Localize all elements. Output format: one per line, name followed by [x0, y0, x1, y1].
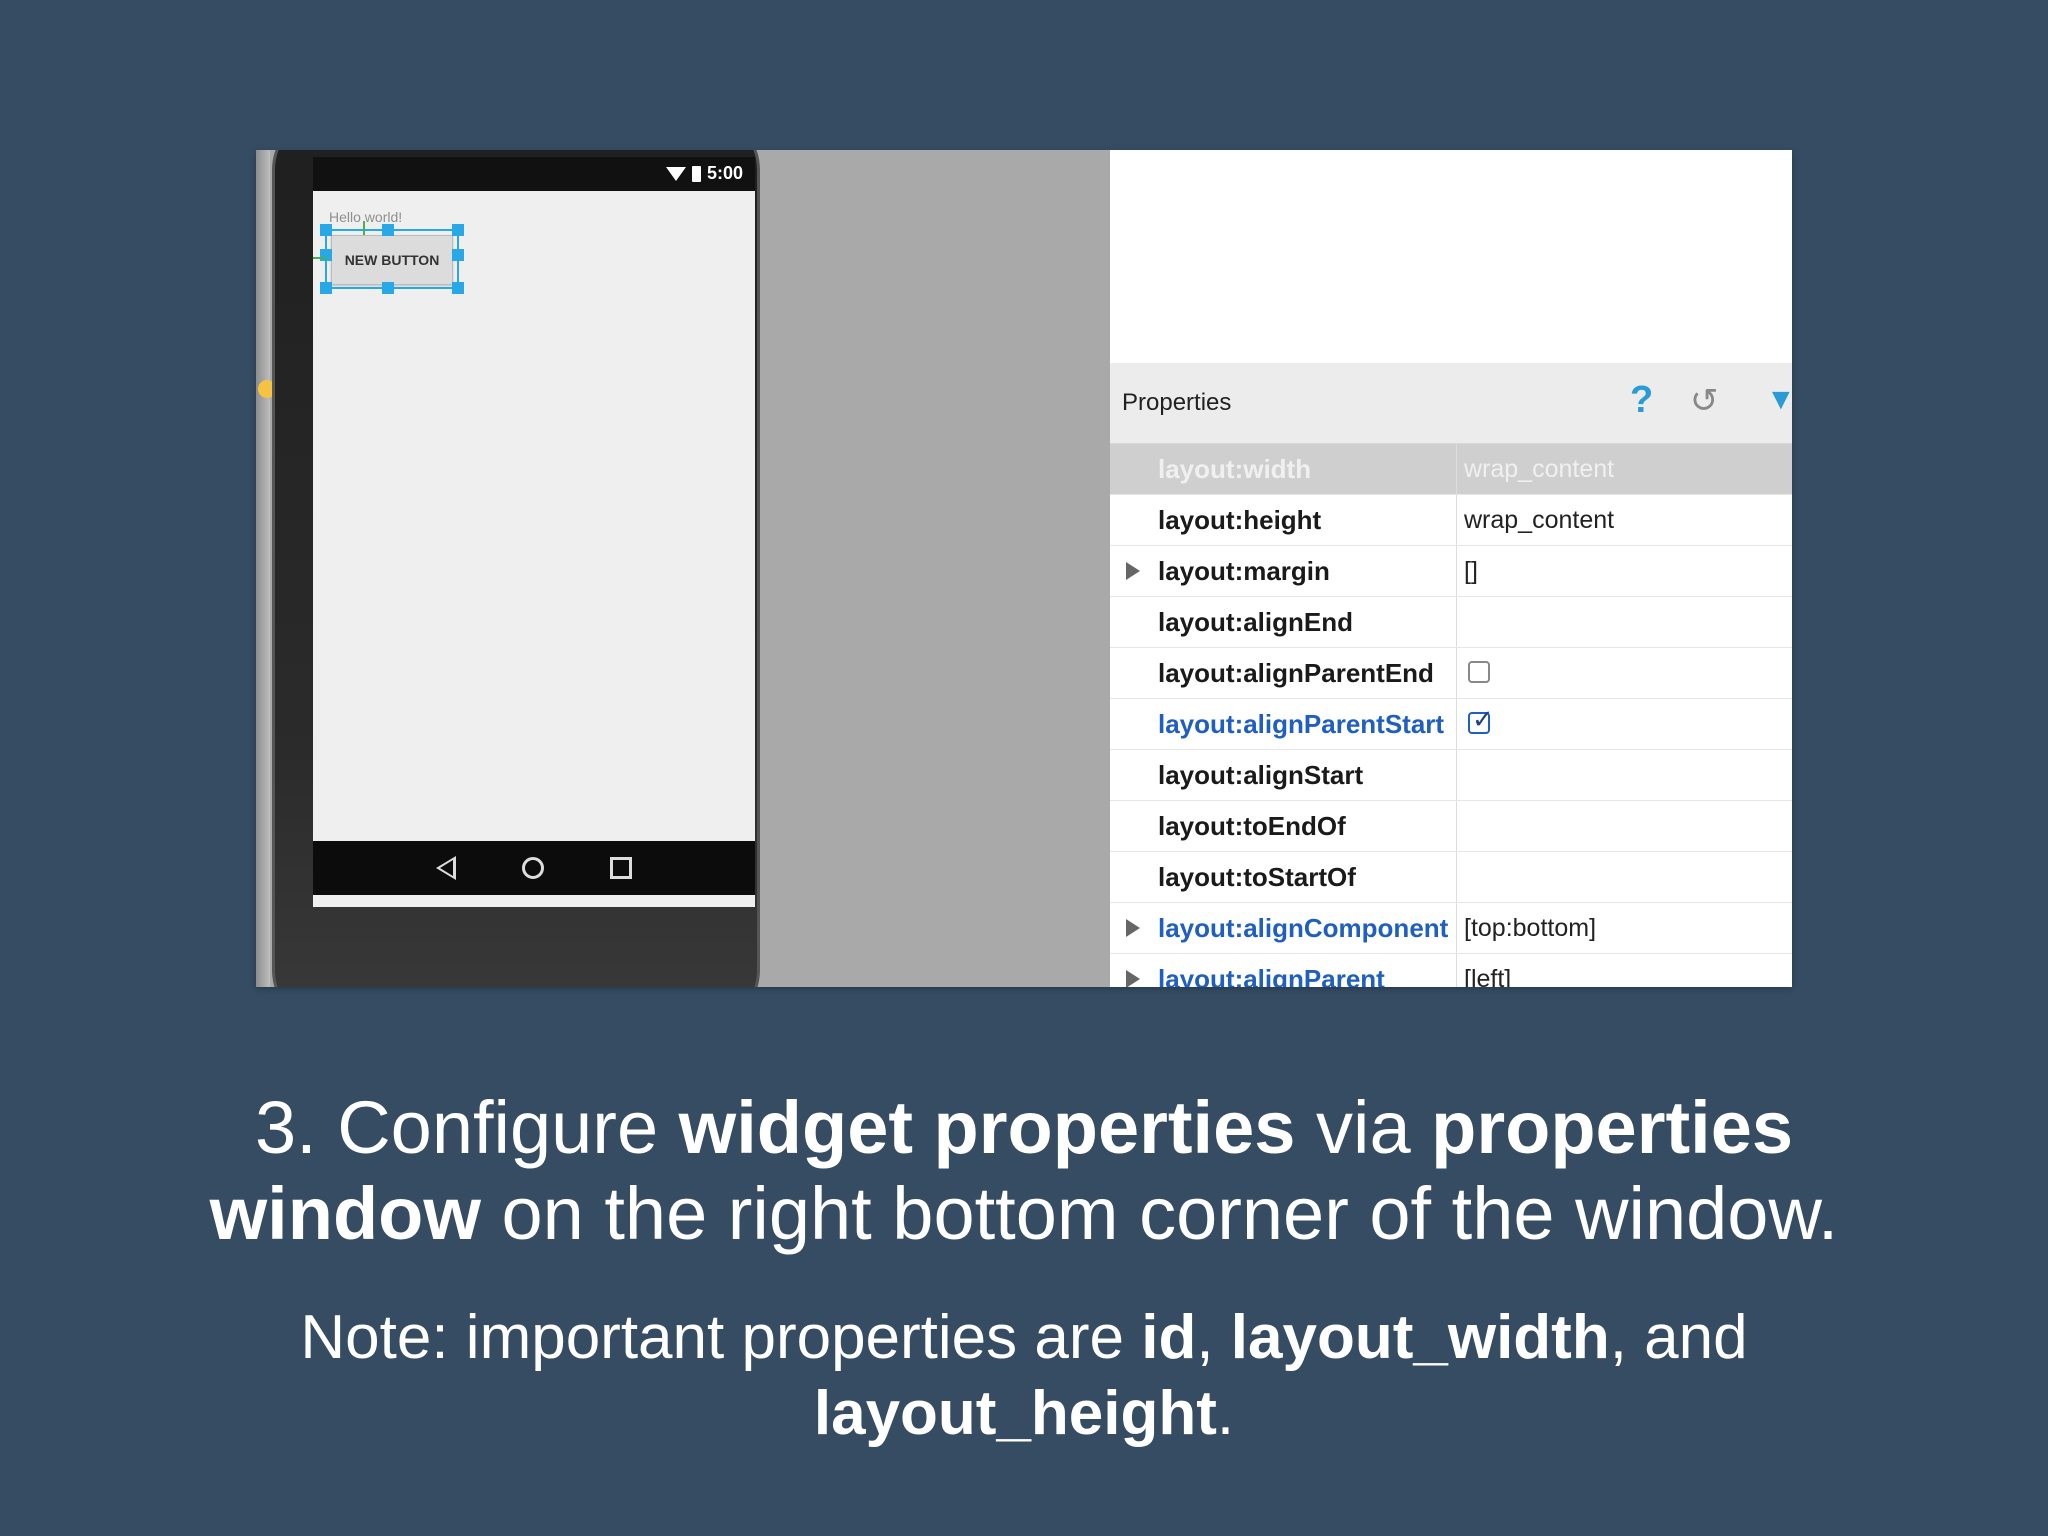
column-divider — [1456, 954, 1457, 987]
resize-handle[interactable] — [320, 282, 332, 294]
align-parent-end-checkbox[interactable] — [1468, 661, 1490, 683]
property-name: layout:toStartOf — [1158, 862, 1356, 892]
property-name: layout:alignParent — [1158, 964, 1385, 987]
undo-icon[interactable]: ↺ — [1690, 381, 1719, 421]
slide-caption: 3. Configure widget properties via prope… — [0, 1085, 2048, 1257]
column-divider — [1456, 648, 1457, 698]
status-time: 5:00 — [706, 163, 743, 183]
help-icon[interactable]: ? — [1630, 379, 1653, 422]
property-row[interactable]: layout:alignParentStart ✓ — [1110, 699, 1792, 750]
resize-handle[interactable] — [382, 282, 394, 294]
property-row[interactable]: layout:alignComponent [top:bottom] — [1110, 903, 1792, 954]
home-icon — [522, 857, 544, 879]
caption-bold: window — [209, 1172, 481, 1255]
property-row[interactable]: layout:height wrap_content — [1110, 495, 1792, 546]
property-row[interactable]: layout:alignEnd — [1110, 597, 1792, 648]
align-parent-start-checkbox[interactable]: ✓ — [1468, 704, 1494, 734]
property-name: layout:margin — [1158, 556, 1330, 586]
resize-handle[interactable] — [452, 282, 464, 294]
selection-box — [320, 224, 464, 294]
property-name: layout:alignParentStart — [1158, 709, 1445, 739]
property-value[interactable]: [] — [1464, 546, 1478, 596]
caption-text: 3. Configure — [254, 1086, 679, 1169]
note-text: , — [1196, 1303, 1231, 1372]
checkmark-icon: ✓ — [1472, 704, 1494, 734]
property-name: layout:alignComponent — [1158, 913, 1449, 943]
column-divider — [1456, 903, 1457, 953]
column-divider — [1456, 750, 1457, 800]
device-frame-edge — [256, 150, 270, 987]
property-name: layout:alignEnd — [1158, 607, 1353, 637]
property-row[interactable]: layout:toEndOf — [1110, 801, 1792, 852]
property-row[interactable]: layout:alignStart — [1110, 750, 1792, 801]
note-text: , and — [1609, 1303, 1748, 1372]
property-row[interactable]: layout:alignParent [left] — [1110, 954, 1792, 987]
caption-bold: widget properties — [678, 1086, 1296, 1169]
constraint-anchor-top — [363, 221, 365, 235]
phone-preview: 5:00 Hello world! NEW BUTTON — [272, 150, 760, 987]
property-row[interactable]: layout:alignParentEnd — [1110, 648, 1792, 699]
back-icon — [436, 856, 456, 880]
properties-header: Properties ? ↺ ▼ — [1110, 363, 1792, 444]
battery-icon — [691, 165, 701, 182]
note-text: . — [1216, 1379, 1235, 1448]
caption-text: on the right bottom corner of the window… — [480, 1172, 1839, 1255]
property-name: layout:alignParentEnd — [1158, 658, 1434, 688]
phone-screen: 5:00 Hello world! NEW BUTTON — [313, 157, 755, 907]
property-value[interactable]: wrap_content — [1464, 444, 1614, 494]
navigation-bar — [313, 841, 755, 895]
caption-bold: properties — [1431, 1086, 1794, 1169]
layout-canvas[interactable]: Hello world! NEW BUTTON — [313, 191, 755, 841]
resize-handle[interactable] — [320, 224, 332, 236]
android-studio-screenshot: 5:00 Hello world! NEW BUTTON Properties … — [256, 150, 1792, 987]
constraint-anchor-left — [313, 257, 327, 259]
expand-arrow-icon[interactable] — [1126, 970, 1140, 987]
column-divider — [1456, 699, 1457, 749]
property-row[interactable]: layout:margin [] — [1110, 546, 1792, 597]
property-row[interactable]: layout:width wrap_content — [1110, 444, 1792, 495]
resize-handle[interactable] — [452, 249, 464, 261]
properties-panel: Properties ? ↺ ▼ layout:width wrap_conte… — [1110, 363, 1792, 987]
expand-arrow-icon[interactable] — [1126, 919, 1140, 937]
caption-text: via — [1295, 1086, 1432, 1169]
recents-icon — [610, 857, 632, 879]
status-bar: 5:00 — [313, 157, 755, 191]
component-tree-area — [1110, 150, 1792, 363]
properties-title: Properties — [1122, 389, 1232, 416]
property-value[interactable]: [left] — [1464, 954, 1511, 987]
resize-handle[interactable] — [320, 249, 332, 261]
note-bold: id — [1141, 1303, 1197, 1372]
note-bold: layout_width — [1230, 1303, 1610, 1372]
property-name: layout:height — [1158, 505, 1322, 535]
column-divider — [1456, 597, 1457, 647]
note-text: Note: important properties are — [300, 1303, 1142, 1372]
expand-arrow-icon[interactable] — [1126, 562, 1140, 580]
column-divider — [1456, 495, 1457, 545]
property-name: layout:alignStart — [1158, 760, 1364, 790]
hello-world-text[interactable]: Hello world! — [329, 209, 402, 225]
column-divider — [1456, 546, 1457, 596]
resize-handle[interactable] — [452, 224, 464, 236]
column-divider — [1456, 801, 1457, 851]
property-value[interactable]: wrap_content — [1464, 495, 1614, 545]
wifi-icon — [665, 166, 686, 181]
note-bold: layout_height — [813, 1379, 1217, 1448]
property-row[interactable]: layout:toStartOf — [1110, 852, 1792, 903]
property-name: layout:toEndOf — [1158, 811, 1346, 841]
property-value[interactable]: [top:bottom] — [1464, 903, 1596, 953]
slide-note: Note: important properties are id, layou… — [0, 1300, 2048, 1452]
filter-icon[interactable]: ▼ — [1766, 383, 1792, 417]
column-divider — [1456, 444, 1457, 494]
resize-handle[interactable] — [382, 224, 394, 236]
property-name: layout:width — [1158, 454, 1312, 484]
column-divider — [1456, 852, 1457, 902]
